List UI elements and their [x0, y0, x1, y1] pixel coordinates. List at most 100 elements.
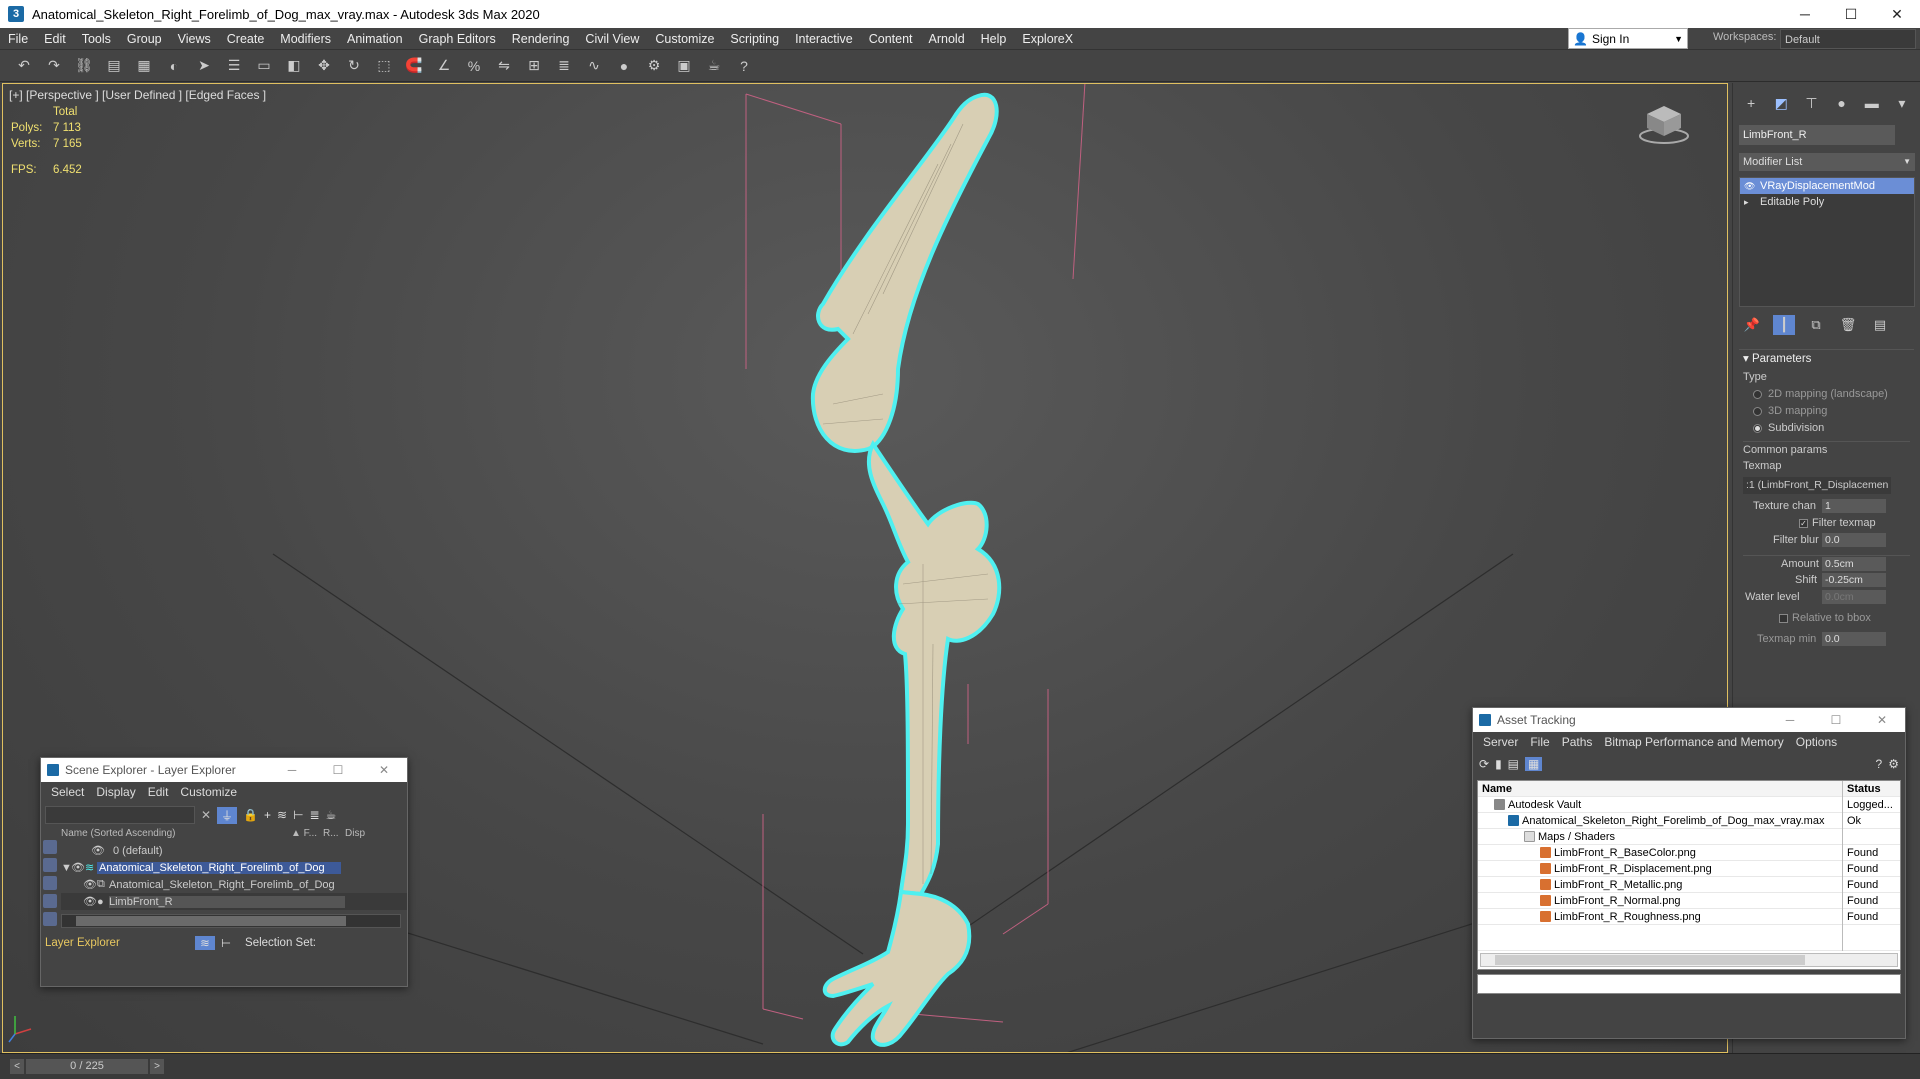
close-button[interactable]: ✕	[1874, 0, 1920, 28]
asset-row[interactable]: Anatomical_Skeleton_Right_Forelimb_of_Do…	[1478, 812, 1900, 829]
asset-row[interactable]: Maps / Shaders	[1478, 828, 1900, 845]
workspace-dropdown[interactable]: Default	[1780, 29, 1916, 49]
render-setup-icon[interactable]: ⚙	[642, 54, 666, 78]
hierarchy-icon[interactable]: ⊢	[221, 936, 231, 950]
layer-row[interactable]: ▼ 👁 ≋ Anatomical_Skeleton_Right_Forelimb_o…	[61, 859, 407, 876]
expand-arrow-icon[interactable]: ▸	[1744, 194, 1749, 210]
menu-graph-editors[interactable]: Graph Editors	[411, 28, 504, 50]
menu-views[interactable]: Views	[170, 28, 219, 50]
asset-row[interactable]: Autodesk Vault Logged...	[1478, 796, 1900, 813]
stack-item-vraydisplacementmod[interactable]: 👁 VRayDisplacementMod	[1740, 178, 1914, 194]
chevron-left-icon[interactable]: <	[10, 1059, 24, 1074]
column-status[interactable]: Status	[1843, 783, 1881, 795]
checkout-icon[interactable]: ▮	[1495, 757, 1502, 771]
time-slider[interactable]: 0 / 225	[26, 1059, 148, 1074]
asset-tracking-titlebar[interactable]: Asset Tracking ─ ☐ ✕	[1473, 708, 1905, 732]
filter-blur-spinner[interactable]: 0.0	[1822, 533, 1886, 547]
menu-help[interactable]: Help	[973, 28, 1015, 50]
maximize-button[interactable]: ☐	[315, 758, 361, 782]
menu-edit[interactable]: Edit	[36, 28, 74, 50]
asset-path-field[interactable]	[1477, 974, 1901, 994]
menu-options[interactable]: Options	[1790, 735, 1843, 749]
viewcube-icon[interactable]	[1637, 102, 1691, 146]
stack-item-editable-poly[interactable]: ▸ Editable Poly	[1740, 194, 1914, 210]
refresh-icon[interactable]: ⟳	[1479, 757, 1489, 771]
chevron-right-icon[interactable]: >	[150, 1059, 164, 1074]
hierarchy-icon[interactable]: ⊢	[293, 808, 303, 822]
menu-modifiers[interactable]: Modifiers	[272, 28, 339, 50]
menu-content[interactable]: Content	[861, 28, 921, 50]
menu-edit[interactable]: Edit	[142, 785, 175, 799]
minimize-button[interactable]: ─	[269, 758, 315, 782]
pin-stack-icon[interactable]: 📌	[1741, 315, 1763, 335]
help-icon[interactable]: ?	[732, 54, 756, 78]
close-button[interactable]: ✕	[1859, 708, 1905, 732]
curve-editor-icon[interactable]: ∿	[582, 54, 606, 78]
horizontal-scrollbar[interactable]	[1480, 953, 1898, 967]
menu-select[interactable]: Select	[45, 785, 90, 799]
menu-interactive[interactable]: Interactive	[787, 28, 861, 50]
layers-icon[interactable]: ≋	[195, 936, 215, 950]
minimize-button[interactable]: ─	[1767, 708, 1813, 732]
percent-snap-icon[interactable]: %	[462, 54, 486, 78]
snap-toggle-icon[interactable]: 🧲	[402, 54, 426, 78]
stack-icon[interactable]: ≣	[310, 808, 320, 822]
rectangular-selection-icon[interactable]: ▭	[252, 54, 276, 78]
column-f[interactable]: ▲ F...	[291, 828, 323, 842]
display-geometry-icon[interactable]	[43, 858, 57, 872]
type-subdivision-radio[interactable]: Subdivision	[1743, 420, 1910, 437]
asset-row[interactable]: LimbFront_R_Roughness.png Found	[1478, 908, 1900, 925]
parameters-rollout-header[interactable]: ▾ Parameters	[1739, 349, 1914, 367]
help-icon[interactable]: ?	[1876, 757, 1883, 771]
render-icon[interactable]: ☕	[702, 54, 726, 78]
menu-explorex[interactable]: ExploreX	[1014, 28, 1081, 50]
scene-explorer-titlebar[interactable]: Scene Explorer - Layer Explorer ─ ☐ ✕	[41, 758, 407, 782]
display-tab-icon[interactable]: ▬	[1860, 93, 1884, 113]
collapse-arrow-icon[interactable]: ▼	[61, 862, 72, 874]
menu-arnold[interactable]: Arnold	[921, 28, 973, 50]
table-view-icon[interactable]: ▦	[1525, 757, 1543, 771]
hierarchy-tab-icon[interactable]: ⊤	[1799, 93, 1823, 113]
configure-modifier-sets-icon[interactable]: ▤	[1869, 315, 1891, 335]
texmap-button[interactable]: :1 (LimbFront_R_Displacemen	[1743, 477, 1891, 494]
motion-tab-icon[interactable]: ●	[1830, 93, 1854, 113]
amount-spinner[interactable]: 0.5cm	[1822, 557, 1886, 571]
menu-server[interactable]: Server	[1477, 735, 1524, 749]
type-2d-radio[interactable]: 2D mapping (landscape)	[1743, 386, 1910, 403]
align-icon[interactable]: ⊞	[522, 54, 546, 78]
lock-icon[interactable]: 🔒	[243, 808, 258, 822]
close-button[interactable]: ✕	[361, 758, 407, 782]
horizontal-scrollbar[interactable]	[61, 914, 401, 928]
type-3d-radio[interactable]: 3D mapping	[1743, 403, 1910, 420]
column-r[interactable]: R...	[323, 828, 345, 842]
column-name[interactable]: Name (Sorted Ascending)	[61, 828, 291, 842]
utilities-tab-icon[interactable]: ▾	[1890, 93, 1914, 113]
render-frame-icon[interactable]: ▣	[672, 54, 696, 78]
layer-row[interactable]: 👁 0 (default)	[61, 842, 407, 859]
window-crossing-icon[interactable]: ◧	[282, 54, 306, 78]
link-icon[interactable]: ⛓	[72, 54, 96, 78]
add-layer-icon[interactable]: +	[264, 808, 271, 822]
maximize-button[interactable]: ☐	[1813, 708, 1859, 732]
minimize-button[interactable]: ─	[1782, 0, 1828, 28]
relative-bbox-checkbox[interactable]: Relative to bbox	[1743, 610, 1910, 627]
eye-icon[interactable]: 👁	[71, 861, 85, 874]
menu-customize[interactable]: Customize	[647, 28, 722, 50]
menu-paths[interactable]: Paths	[1556, 735, 1599, 749]
asset-row[interactable]: LimbFront_R_BaseColor.png Found	[1478, 844, 1900, 861]
maximize-button[interactable]: ☐	[1828, 0, 1874, 28]
shift-spinner[interactable]: -0.25cm	[1822, 573, 1886, 587]
clear-search-icon[interactable]: ✕	[201, 808, 211, 822]
select-rotate-icon[interactable]: ↻	[342, 54, 366, 78]
modify-tab-icon[interactable]: ◩	[1769, 93, 1793, 113]
mirror-icon[interactable]: ⇋	[492, 54, 516, 78]
teapot-icon[interactable]: ☕	[326, 808, 337, 822]
list-view-icon[interactable]: ▤	[1508, 757, 1519, 771]
eye-icon[interactable]: 👁	[83, 895, 97, 908]
explorer-type-dropdown[interactable]: Layer Explorer	[45, 937, 195, 949]
menu-tools[interactable]: Tools	[74, 28, 119, 50]
menu-file[interactable]: File	[1524, 735, 1555, 749]
modifier-list-dropdown[interactable]: Modifier List ▼	[1739, 153, 1915, 171]
create-tab-icon[interactable]: +	[1739, 93, 1763, 113]
texmap-min-spinner[interactable]: 0.0	[1822, 632, 1886, 646]
